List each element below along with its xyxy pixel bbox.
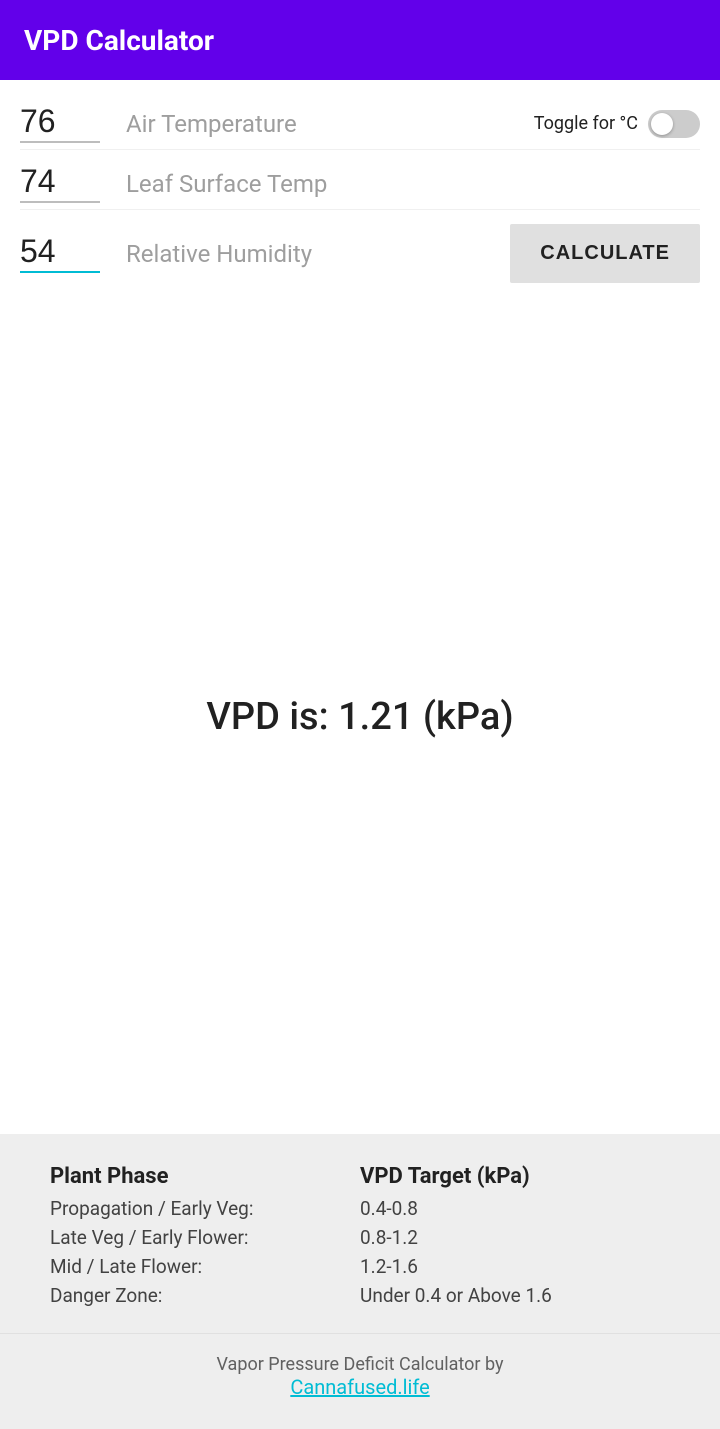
- air-temp-input[interactable]: [20, 104, 100, 143]
- ref-phase-0: Propagation / Early Veg:: [50, 1197, 360, 1220]
- toggle-label: Toggle for °C: [534, 113, 638, 134]
- footer-link[interactable]: Cannafused.life: [20, 1375, 700, 1399]
- main-content: Air Temperature Toggle for °C Leaf Surfa…: [0, 80, 720, 1134]
- celsius-toggle-wrap: Toggle for °C: [534, 110, 700, 138]
- leaf-temp-label: Leaf Surface Temp: [126, 170, 700, 198]
- leaf-temp-input[interactable]: [20, 164, 100, 203]
- ref-row-1: Late Veg / Early Flower: 0.8-1.2: [50, 1226, 670, 1249]
- toggle-slider: [648, 110, 700, 138]
- app-header: VPD Calculator: [0, 0, 720, 80]
- ref-target-3: Under 0.4 or Above 1.6: [360, 1284, 670, 1307]
- leaf-temp-field-wrap: [20, 164, 110, 203]
- ref-col-phase-header: Plant Phase: [50, 1164, 360, 1189]
- input-section: Air Temperature Toggle for °C Leaf Surfa…: [0, 80, 720, 299]
- ref-row-2: Mid / Late Flower: 1.2-1.6: [50, 1255, 670, 1278]
- air-temp-field-wrap: [20, 104, 110, 143]
- vpd-result: VPD is: 1.21 (kPa): [206, 695, 513, 739]
- air-temp-row: Air Temperature Toggle for °C: [20, 90, 700, 149]
- celsius-toggle[interactable]: [648, 110, 700, 138]
- ref-row-3: Danger Zone: Under 0.4 or Above 1.6: [50, 1284, 670, 1307]
- air-temp-label: Air Temperature: [126, 110, 534, 138]
- footer-by-text: Vapor Pressure Deficit Calculator by: [20, 1354, 700, 1375]
- app-title: VPD Calculator: [24, 24, 214, 57]
- ref-target-2: 1.2-1.6: [360, 1255, 670, 1278]
- result-section: VPD is: 1.21 (kPa): [0, 299, 720, 1134]
- ref-phase-2: Mid / Late Flower:: [50, 1255, 360, 1278]
- humidity-field-wrap: [20, 234, 110, 273]
- humidity-label: Relative Humidity: [126, 240, 510, 268]
- ref-target-0: 0.4-0.8: [360, 1197, 670, 1220]
- ref-target-1: 0.8-1.2: [360, 1226, 670, 1249]
- reference-section: Plant Phase VPD Target (kPa) Propagation…: [0, 1134, 720, 1333]
- ref-col-target-header: VPD Target (kPa): [360, 1164, 670, 1189]
- ref-phase-1: Late Veg / Early Flower:: [50, 1226, 360, 1249]
- reference-table: Plant Phase VPD Target (kPa) Propagation…: [50, 1164, 670, 1307]
- humidity-input[interactable]: [20, 234, 100, 273]
- humidity-row: Relative Humidity CALCULATE: [20, 210, 700, 289]
- ref-header-row: Plant Phase VPD Target (kPa): [50, 1164, 670, 1189]
- calculate-button[interactable]: CALCULATE: [510, 224, 700, 283]
- ref-row-0: Propagation / Early Veg: 0.4-0.8: [50, 1197, 670, 1220]
- footer-section: Vapor Pressure Deficit Calculator by Can…: [0, 1333, 720, 1429]
- leaf-temp-row: Leaf Surface Temp: [20, 150, 700, 209]
- ref-phase-3: Danger Zone:: [50, 1284, 360, 1307]
